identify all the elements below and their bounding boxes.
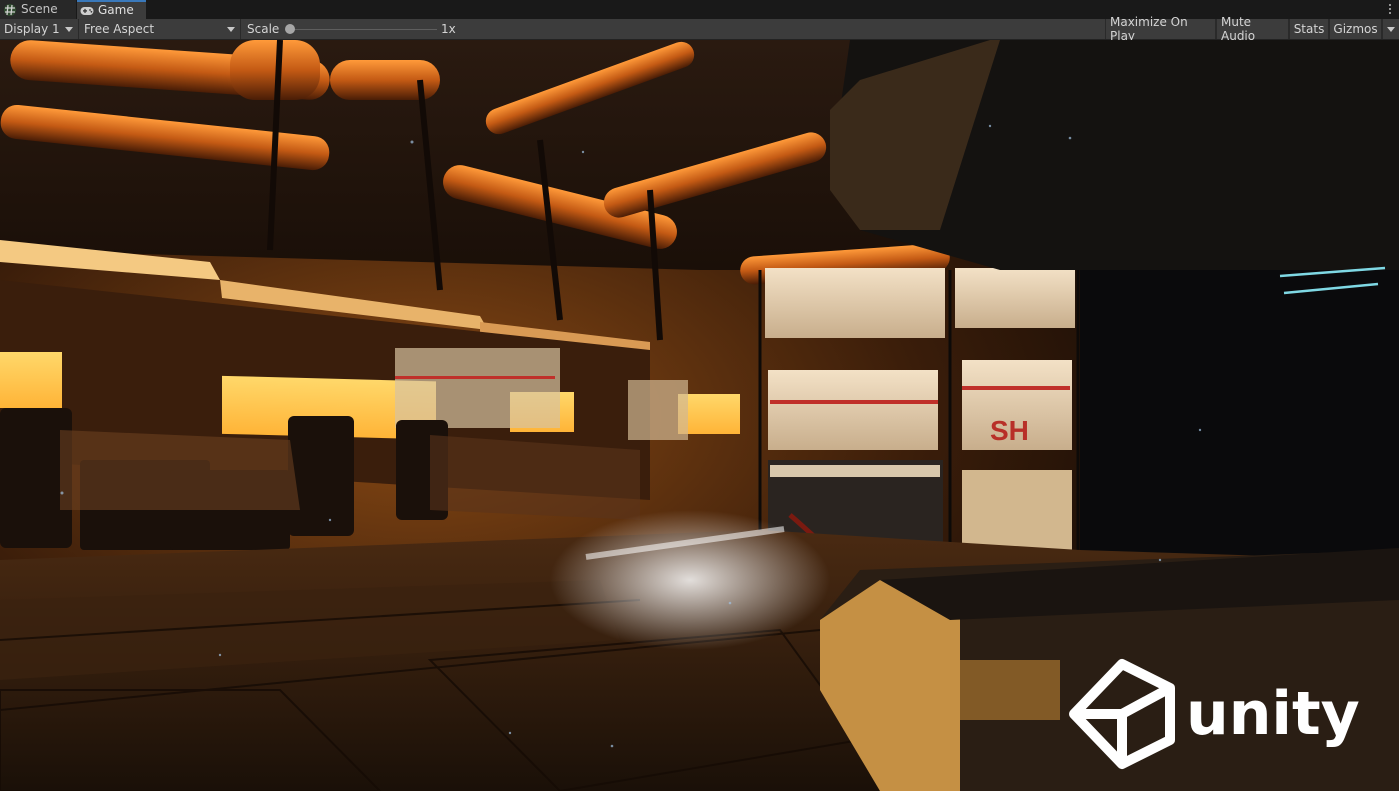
tab-game-label: Game [98,3,134,17]
scene-hash-icon [4,3,16,16]
chevron-down-icon [65,27,73,32]
wall-sign-text: SH [990,415,1029,446]
tab-scene-label: Scene [21,2,58,16]
display-dropdown[interactable]: Display 1 [0,19,79,39]
scale-label: Scale [247,22,280,36]
chevron-down-icon [227,27,235,32]
more-options-icon[interactable] [1387,1,1393,17]
stats-button[interactable]: Stats [1289,19,1329,39]
scale-slider-track[interactable] [290,29,437,30]
tab-game[interactable]: Game [77,0,146,19]
display-dropdown-label: Display 1 [4,22,60,36]
scale-value: 1x [441,22,456,36]
gamepad-icon [80,6,94,15]
scale-control: Scale 1x [242,19,462,39]
unity-watermark-text: unity [1186,679,1360,749]
gizmos-button[interactable]: Gizmos [1329,19,1382,39]
aspect-dropdown-label: Free Aspect [84,22,155,36]
tab-scene[interactable]: Scene [0,0,76,19]
aspect-dropdown[interactable]: Free Aspect [80,19,241,39]
gizmos-dropdown[interactable] [1382,19,1399,39]
game-toolbar: Display 1 Free Aspect Scale 1x Maximize … [0,15,1399,43]
chevron-down-icon [1387,26,1395,32]
game-viewport[interactable]: SH unity [0,40,1399,791]
mute-audio-button[interactable]: Mute Audio [1216,15,1289,43]
scale-slider-handle[interactable] [285,24,295,34]
maximize-on-play-button[interactable]: Maximize On Play [1105,15,1216,43]
game-render: SH unity [0,40,1399,791]
